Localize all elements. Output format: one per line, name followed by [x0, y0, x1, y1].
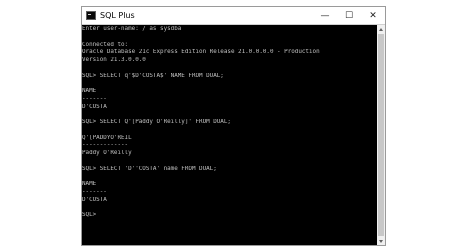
console-line: -------: [82, 188, 107, 195]
minimize-button[interactable]: —: [313, 7, 337, 24]
console-line: Oracle Database 21c Express Edition Rele…: [82, 49, 320, 56]
console-line: Connected to:: [82, 41, 129, 48]
console-line: SQL> SELECT 'D''COSTA' name FROM DUAL;: [82, 165, 217, 172]
console-line: Q'[PADDYO'REIL: [82, 134, 132, 141]
console-line: SQL> SELECT Q'[Paddy O'Reilly]' FROM DUA…: [82, 119, 231, 125]
console-line: SQL>: [82, 212, 97, 218]
console-line: Version 21.3.0.0.0: [82, 57, 146, 63]
title-bar[interactable]: SQL Plus — ☐ ✕: [82, 7, 385, 25]
console-line: Paddy O'Reilly: [82, 150, 132, 156]
close-button[interactable]: ✕: [361, 7, 385, 24]
console-line: NAME: [82, 88, 97, 94]
scrollbar-thumb[interactable]: [378, 34, 384, 236]
console-line: D'COSTA: [82, 196, 107, 203]
console-line: -------: [82, 95, 107, 102]
window-controls: — ☐ ✕: [313, 7, 385, 24]
maximize-button[interactable]: ☐: [337, 7, 361, 24]
console-line: NAME: [82, 181, 97, 187]
console-line: Enter user-name: / as sysdba: [82, 26, 182, 32]
vertical-scrollbar[interactable]: [377, 25, 385, 245]
console-line: SQL> SELECT q'$D'COSTA$' NAME FROM DUAL;: [82, 72, 224, 79]
console-app-icon: [86, 11, 96, 20]
scroll-down-arrow-icon[interactable]: [377, 237, 385, 245]
console-line: -------------: [82, 142, 129, 149]
window-title: SQL Plus: [100, 11, 135, 20]
console-line: D'COSTA: [82, 103, 107, 110]
scroll-up-arrow-icon[interactable]: [377, 25, 385, 33]
console-output[interactable]: Enter user-name: / as sysdba Connected to…: [82, 25, 377, 245]
sqlplus-window: SQL Plus — ☐ ✕ Enter user-name: / as sys…: [81, 6, 386, 246]
